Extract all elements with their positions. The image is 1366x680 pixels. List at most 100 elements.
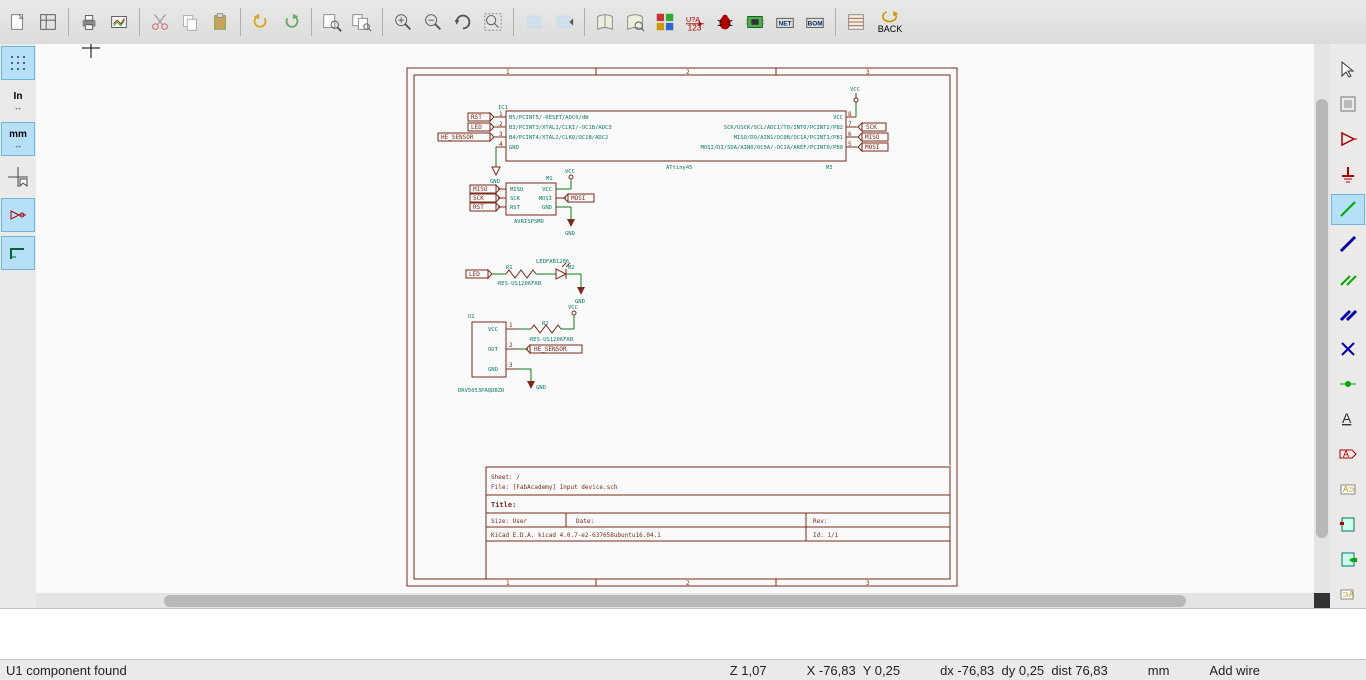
run-pcbnew-icon[interactable] [842,8,870,36]
zoom-fit-icon[interactable] [479,8,507,36]
erc-icon[interactable]: U?A123 [681,8,709,36]
hier-sheet-icon[interactable] [1331,508,1365,539]
grid-toggle-icon[interactable] [1,46,35,80]
svg-text:OUT: OUT [488,347,499,353]
net-labels-right[interactable]: VCC SCK MISO MOSI [850,87,888,151]
svg-text:DRV5053PAQDBZR: DRV5053PAQDBZR [458,388,505,394]
svg-text:VCC: VCC [488,327,498,333]
find-icon[interactable] [318,8,346,36]
svg-text:1: 1 [499,111,503,118]
svg-text:3: 3 [509,362,513,369]
status-message: U1 component found [6,663,127,678]
svg-text:MISO: MISO [473,186,488,193]
svg-text:VCC: VCC [542,187,552,193]
status-xy: X -76,83 Y 0,25 [807,663,900,678]
units-mm-button[interactable]: mm↔ [1,122,35,156]
find-replace-icon[interactable] [348,8,376,36]
library-browser-icon[interactable] [621,8,649,36]
zoom-in-icon[interactable] [389,8,417,36]
svg-text:M1: M1 [546,176,553,182]
component-u1[interactable]: U1 DRV5053PAQDBZR VCC1 OUT2 GND3 R2 RES-… [458,305,582,394]
bus-to-bus-icon[interactable] [1331,299,1365,330]
place-wire-icon[interactable] [1331,194,1365,225]
cursor-shape-icon[interactable] [1,160,35,194]
svg-text:1: 1 [506,580,510,587]
page-settings-icon[interactable] [34,8,62,36]
svg-text:⊃A: ⊃A [1342,590,1355,599]
svg-text:3: 3 [866,580,870,587]
status-bar: U1 component found Z 1,07 X -76,83 Y 0,2… [0,659,1366,680]
hier-pin-icon[interactable]: ⊃A [1331,578,1365,609]
no-connect-icon[interactable] [1331,334,1365,365]
wire-to-bus-icon[interactable] [1331,264,1365,295]
global-label-icon[interactable]: A [1331,438,1365,469]
right-toolbar: A A A⊃ ⊃A [1329,44,1366,609]
print-icon[interactable] [75,8,103,36]
svg-text:GND: GND [542,205,552,211]
units-inches-button[interactable]: In↔ [1,84,35,118]
svg-text:MISO: MISO [865,134,880,141]
svg-text:1: 1 [506,69,510,76]
svg-text:3: 3 [499,131,503,138]
library-editor-icon[interactable] [591,8,619,36]
svg-text:B3/PCINT3/XTAL1/CLKI/-OC1B/ADC: B3/PCINT3/XTAL1/CLKI/-OC1B/ADC3 [509,125,612,131]
svg-text:VCC: VCC [850,87,860,93]
cursor-tool-icon[interactable] [1331,54,1365,85]
netlist-icon[interactable]: NET [771,8,799,36]
hier-label-icon[interactable]: A⊃ [1331,473,1365,504]
svg-text:2: 2 [499,121,503,128]
component-attiny[interactable]: ATtiny45 IC1 M3 B5/PCINT5/-RESET/ADC0/dW… [496,105,856,171]
component-led-r1[interactable]: LED R1 RES-US1206FAB LEDFAB1206 M2 GND [466,259,585,305]
zoom-out-icon[interactable] [419,8,447,36]
svg-text:HE_SENSOR: HE_SENSOR [534,346,567,353]
separator [311,8,312,36]
svg-text:LEDFAB1206: LEDFAB1206 [536,259,569,265]
svg-text:RST: RST [471,114,482,121]
bug-icon[interactable] [711,8,739,36]
separator [382,8,383,36]
svg-text:2: 2 [509,342,513,349]
redo-icon[interactable] [277,8,305,36]
paste-icon[interactable] [206,8,234,36]
bus-orientation-icon[interactable] [1,236,35,270]
svg-text:M2: M2 [568,265,575,271]
cut-icon[interactable] [146,8,174,36]
component-avrisp[interactable]: M1 AVRISPSMD MISOVCC SCKMOSI RSTGND MISO… [470,169,594,237]
net-label-icon[interactable]: A [1331,403,1365,434]
highlight-net-icon[interactable] [1331,89,1365,120]
cvpcb-icon[interactable] [741,8,769,36]
zoom-redraw-icon[interactable] [449,8,477,36]
svg-text:NET: NET [779,21,792,28]
svg-text:Date:: Date: [576,518,594,525]
bom-icon[interactable]: BOM [801,8,829,36]
svg-text:MOSI/DI/SDA/AIN0/OC0A/-OC1A/AR: MOSI/DI/SDA/AIN0/OC0A/-OC1A/AREF/PCINT0/… [701,145,843,151]
svg-text:Id: 1/1: Id: 1/1 [813,532,839,539]
new-icon[interactable] [4,8,32,36]
schematic-canvas[interactable]: 1 2 3 1 2 3 ATtiny45 IC1 M3 B5/PCINT5/-RESET… [36,44,1314,593]
junction-icon[interactable] [1331,368,1365,399]
hierarchy-icon[interactable] [520,8,548,36]
annotate-icon[interactable] [651,8,679,36]
import-hier-label-icon[interactable] [1331,543,1365,574]
svg-text:LED: LED [469,271,480,278]
vertical-scrollbar[interactable] [1314,44,1330,593]
place-bus-icon[interactable] [1331,229,1365,260]
net-labels-left[interactable]: RST LED HE_SENSOR GND [438,113,500,185]
leave-sheet-icon[interactable] [550,8,578,36]
horizontal-scrollbar[interactable] [36,593,1314,609]
place-power-icon[interactable] [1331,159,1365,190]
svg-text:GND: GND [509,145,519,151]
undo-icon[interactable] [247,8,275,36]
svg-text:GND: GND [536,385,546,391]
back-label: BACK [878,24,903,34]
svg-text:A: A [1342,410,1352,426]
svg-text:VCC: VCC [568,305,578,311]
copy-icon[interactable] [176,8,204,36]
hidden-pins-icon[interactable] [1,198,35,232]
plot-icon[interactable] [105,8,133,36]
svg-text:SCK/USCK/SCL/ADC1/T0/INT0/PCIN: SCK/USCK/SCL/ADC1/T0/INT0/PCINT2/PB2 [724,125,843,131]
place-component-icon[interactable] [1331,124,1365,155]
separator [513,8,514,36]
backannotate-icon[interactable]: BACK [872,8,908,36]
svg-text:File: [FabAcademy] Input devic: File: [FabAcademy] Input device.sch [491,484,618,491]
